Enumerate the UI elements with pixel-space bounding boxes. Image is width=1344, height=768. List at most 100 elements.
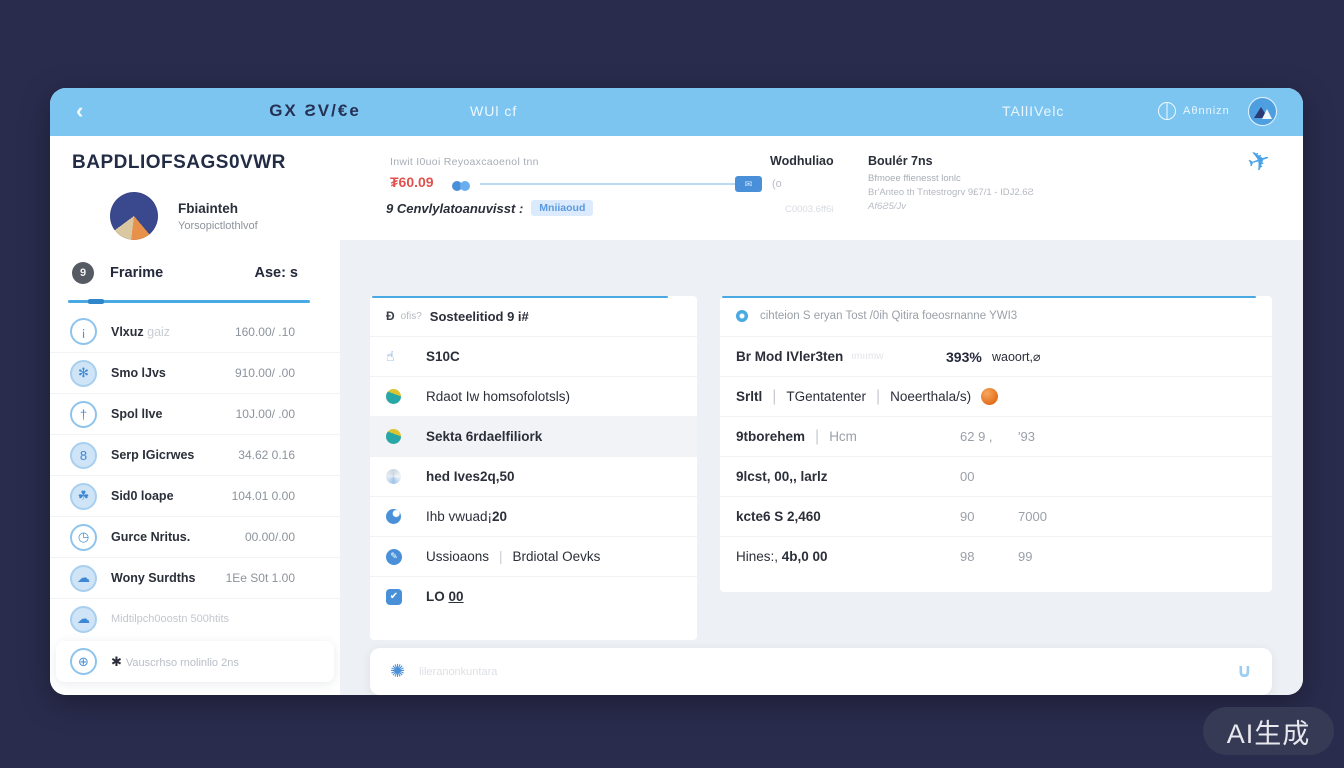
message-input[interactable] bbox=[419, 666, 1236, 678]
tab-frarime[interactable]: Frarime bbox=[110, 265, 163, 281]
row-label: Ihb vwuad¡ bbox=[426, 509, 492, 524]
leaf-icon: ☘ bbox=[70, 483, 97, 510]
right-panel-header[interactable]: cihteion S eryan Tost /0ih Qitira foeosr… bbox=[720, 296, 1272, 336]
panel-row[interactable]: 9lcst, 00,, larlz 00 bbox=[720, 456, 1272, 496]
number-badge-icon: 8 bbox=[70, 442, 97, 469]
row-label-bold: 00 bbox=[449, 589, 464, 604]
avatar[interactable] bbox=[1248, 97, 1277, 126]
ai-watermark: AI生成 bbox=[1203, 707, 1334, 755]
slider-handle-button[interactable]: ✉ bbox=[735, 176, 762, 192]
app-title: GX ƧV/€e bbox=[200, 101, 430, 121]
filter-label: Inwit I0uoi Reyoaxcaoenol tnn bbox=[390, 156, 539, 168]
splat-icon: ✺ bbox=[390, 661, 405, 682]
swirl-icon bbox=[386, 469, 401, 484]
org-name: Fbiainteh bbox=[178, 201, 258, 216]
panel-row[interactable]: Hines:, 4b,0 00 98 99 bbox=[720, 536, 1272, 576]
list-item[interactable]: ☁ Midtilpch0oostn 500htits bbox=[50, 598, 340, 639]
filter-tag[interactable]: Mniiaoud bbox=[531, 200, 593, 216]
list-item-value: 10J.00/ .00 bbox=[236, 407, 295, 421]
list-item[interactable]: ⊕ ✱Vauscrhso rnolinlio 2ns bbox=[56, 641, 334, 682]
person-icon: ¡ bbox=[70, 318, 97, 345]
panel-row[interactable]: hed Ives2q,50 bbox=[370, 456, 697, 496]
basketball-icon bbox=[981, 388, 998, 405]
row-label: Noeerthala/s) bbox=[890, 389, 971, 404]
sidebar-list: ¡ Vlxuz gaiz 160.00/ .10 ✻ Smo lJvs 910.… bbox=[50, 311, 340, 682]
row-value: 00 bbox=[960, 469, 974, 484]
header-right-text[interactable]: TAllIVelc bbox=[1002, 103, 1064, 119]
list-item[interactable]: ✻ Smo lJvs 910.00/ .00 bbox=[50, 352, 340, 393]
panel-row[interactable]: Srltl | TGentatenter | Noeerthala/s) bbox=[720, 376, 1272, 416]
row-value: 90 bbox=[960, 509, 974, 524]
panel-row[interactable]: kcte6 S 2,460 90 7000 bbox=[720, 496, 1272, 536]
list-item-label: Sid0 loape bbox=[111, 489, 174, 503]
left-panel-header[interactable]: Ɖ ofis? Sosteelitiod 9 i# bbox=[370, 296, 697, 336]
list-item-label: Spol lIve bbox=[111, 407, 162, 421]
right-panel: cihteion S eryan Tost /0ih Qitira foeosr… bbox=[720, 296, 1272, 592]
row-label: Hcm bbox=[829, 429, 857, 444]
list-item-value: 104.01 0.00 bbox=[232, 489, 295, 503]
row-mid-text: waoort,⌀ bbox=[992, 349, 1041, 364]
pencil-icon: ✎ bbox=[386, 549, 402, 565]
list-item[interactable]: ¡ Vlxuz gaiz 160.00/ .10 bbox=[50, 311, 340, 352]
row-label: Hines:, bbox=[736, 549, 782, 564]
list-item-label: Wony Surdths bbox=[111, 571, 196, 585]
details-title: Boulér 7ns bbox=[868, 154, 1034, 168]
tab-indicator[interactable] bbox=[68, 300, 310, 303]
panel-row[interactable]: Br Mod IVler3ten ımıımw 393% waoort,⌀ bbox=[720, 336, 1272, 376]
main-area: Inwit I0uoi Reyoaxcaoenol tnn ₮60.09 ✉ (… bbox=[340, 136, 1303, 695]
row-value: 98 bbox=[960, 549, 974, 564]
filter-section: Inwit I0uoi Reyoaxcaoenol tnn ₮60.09 ✉ (… bbox=[340, 136, 1303, 240]
list-item[interactable]: † Spol lIve 10J.00/ .00 bbox=[50, 393, 340, 434]
account-button[interactable]: Aθnnizn bbox=[1158, 102, 1230, 120]
sidebar-tabs: 9 Frarime Ase: s bbox=[50, 240, 340, 284]
sidebar-title: BAPDLIOFSAGS0VWR bbox=[50, 136, 340, 174]
selection-label: 9 Cenvlylatoanuvisst : bbox=[386, 201, 523, 216]
slider-dots-icon[interactable] bbox=[452, 178, 468, 196]
tab-ases[interactable]: Ase: s bbox=[254, 265, 298, 281]
row-faint-text: ımıımw bbox=[851, 351, 883, 362]
refresh-icon[interactable]: ∪ bbox=[1237, 660, 1252, 683]
list-item-label: Gurce Nritus. bbox=[111, 530, 190, 544]
panel-row[interactable]: ✔ LO 00 bbox=[370, 576, 697, 616]
panel-row[interactable]: Ihb vwuad¡20 bbox=[370, 496, 697, 536]
price-value: ₮60.09 bbox=[390, 174, 434, 190]
row-label: Brdiotal Oevks bbox=[513, 549, 601, 564]
range-slider[interactable] bbox=[480, 183, 735, 185]
panel-row[interactable]: Rdaot Iw homsofolotsls) bbox=[370, 376, 697, 416]
globe-icon: ⊕ bbox=[70, 648, 97, 675]
app-window: ‹ GX ƧV/€e WUl cf TAllIVelc Aθnnizn BAPD… bbox=[50, 88, 1303, 695]
row-label: Sekta 6rdaelfiliork bbox=[426, 429, 542, 444]
flower-icon: ✻ bbox=[70, 360, 97, 387]
burst-icon: ✱ bbox=[111, 654, 122, 669]
row-label: Rdaot Iw homsofolotsls) bbox=[426, 389, 570, 404]
list-item[interactable]: ◷ Gurce Nritus. 00.00/.00 bbox=[50, 516, 340, 557]
check-icon: ✔ bbox=[386, 589, 402, 605]
panel-header-title: cihteion S eryan Tost /0ih Qitira foeosr… bbox=[760, 310, 1017, 322]
radio-dot-icon bbox=[736, 310, 748, 322]
right-panel-tab-indicator bbox=[722, 296, 1256, 298]
org-card[interactable]: Fbiainteh Yorsopictlothlvof bbox=[50, 174, 340, 240]
panel-row[interactable]: ✎ Ussioaons|Brdiotal Oevks bbox=[370, 536, 697, 576]
list-item-label: Vlxuz bbox=[111, 325, 144, 339]
panel-header-mid: ofis? bbox=[401, 311, 422, 322]
list-item[interactable]: ☘ Sid0 loape 104.01 0.00 bbox=[50, 475, 340, 516]
back-button[interactable]: ‹ bbox=[76, 98, 83, 124]
row-label: 9tborehem bbox=[736, 429, 805, 444]
column-title: Wodhuliao bbox=[770, 154, 834, 168]
account-icon bbox=[1158, 102, 1176, 120]
list-item-value: 910.00/ .00 bbox=[235, 366, 295, 380]
list-item-value: 34.62 0.16 bbox=[238, 448, 295, 462]
panel-row[interactable]: ☝ S10C bbox=[370, 336, 697, 376]
send-plane-icon[interactable]: ✈ bbox=[1244, 143, 1275, 179]
list-item[interactable]: 8 Serp IGicrwes 34.62 0.16 bbox=[50, 434, 340, 475]
details-code: C0003.6ff6i bbox=[785, 204, 833, 215]
row-label: TGentatenter bbox=[786, 389, 866, 404]
account-label: Aθnnizn bbox=[1183, 105, 1230, 117]
list-item[interactable]: ☁ Wony Surdths 1Ee S0t 1.00 bbox=[50, 557, 340, 598]
panel-row[interactable]: 9tborehem | Hcm 62 9 , '93 bbox=[720, 416, 1272, 456]
panel-row[interactable]: Sekta 6rdaelfiliork bbox=[370, 416, 697, 456]
person-icon: † bbox=[70, 401, 97, 428]
sidebar: BAPDLIOFSAGS0VWR Fbiainteh Yorsopictloth… bbox=[50, 136, 340, 695]
clock-icon: ◷ bbox=[70, 524, 97, 551]
row-label: hed Ives2q,50 bbox=[426, 469, 515, 484]
